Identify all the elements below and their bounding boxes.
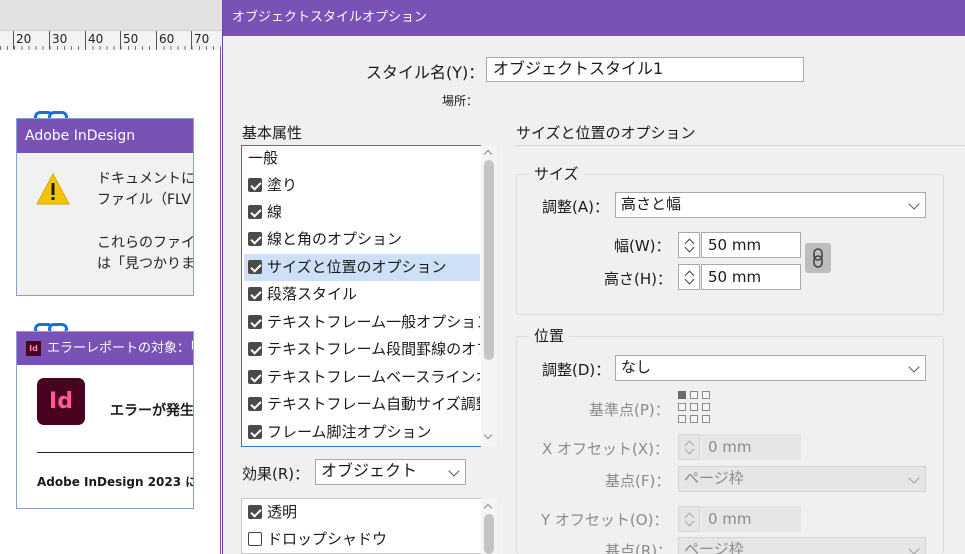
x-base-select[interactable]: ページ枠 (678, 466, 926, 492)
checkbox-icon[interactable] (248, 232, 262, 246)
width-label: 幅(W)： (614, 237, 671, 255)
scroll-down-icon[interactable] (483, 430, 493, 440)
height-label: 高さ(H)： (604, 270, 672, 288)
divider (37, 452, 193, 453)
ruler-label: 30 (49, 31, 67, 49)
report-title: エラーレポートの対象：「Ad (17, 332, 193, 365)
y-base-label: 基点(R)： (605, 542, 673, 554)
checkbox-icon[interactable] (248, 397, 262, 411)
ruler-label: 70 (191, 31, 209, 49)
dialog-title[interactable]: オブジェクトスタイルオプション (223, 0, 965, 36)
size-adjust-label: 調整(A)： (542, 198, 609, 216)
constrain-proportions-button[interactable] (805, 243, 831, 273)
x-offset-stepper[interactable] (678, 434, 700, 460)
position-adjust-label: 調整(D)： (542, 361, 611, 379)
size-adjust-select[interactable]: 高さと幅 (615, 192, 926, 218)
checkbox-icon[interactable] (248, 342, 262, 356)
chevron-down-icon (908, 198, 920, 210)
y-offset-stepper[interactable] (678, 506, 700, 532)
alert-text: ドキュメントに (97, 171, 194, 187)
list-item-size-position[interactable]: サイズと位置のオプション (244, 254, 480, 281)
alert-text: ファイル（FLV (97, 192, 191, 208)
style-name-label: スタイル名(Y)： (366, 63, 485, 82)
basic-attributes-scrollbar[interactable] (481, 145, 497, 447)
indesign-small-icon: Id (26, 341, 41, 356)
list-item-transparency[interactable]: 透明 (244, 499, 480, 526)
list-item-text-frame-general[interactable]: テキストフレーム一般オプション (244, 309, 480, 336)
x-offset-input[interactable]: 0 mm (701, 434, 801, 460)
effects-label: 効果(R)： (242, 465, 310, 483)
effects-select[interactable]: オブジェクト (315, 459, 466, 485)
link-icon (813, 248, 823, 268)
height-input[interactable]: 50 mm (701, 264, 801, 290)
list-item-frame-footnote[interactable]: フレーム脚注オプション (244, 419, 480, 446)
list-item-drop-shadow[interactable]: ドロップシャドウ (244, 526, 480, 553)
checkbox-icon[interactable] (248, 315, 262, 329)
alert-text: は「見つかりま (97, 256, 194, 272)
y-base-select[interactable]: ページ枠 (678, 537, 926, 554)
alert-title: Adobe InDesign (17, 119, 193, 153)
basic-attributes-list[interactable]: 一般 塗り 線 線と角のオプション サイズと位置のオプション 段落スタイル テキ… (241, 145, 482, 447)
panel-title: サイズと位置のオプション (516, 124, 696, 142)
list-item-paragraph-style[interactable]: 段落スタイル (244, 281, 480, 308)
list-item-general[interactable]: 一般 (244, 146, 480, 172)
ruler-label: 20 (13, 31, 31, 49)
width-stepper[interactable] (678, 232, 700, 258)
chevron-down-icon (908, 361, 920, 373)
scroll-thumb[interactable] (484, 160, 494, 360)
effects-scrollbar[interactable] (481, 498, 497, 554)
size-legend: サイズ (529, 163, 584, 184)
document-canvas: 20 30 40 50 60 70 Adobe InDesign ドキュメントに… (0, 0, 222, 554)
position-legend: 位置 (529, 325, 570, 346)
y-offset-input[interactable]: 0 mm (701, 506, 801, 532)
position-adjust-select[interactable]: なし (615, 355, 926, 381)
list-item-text-frame-column-rules[interactable]: テキストフレーム段間罫線のオプション (244, 336, 480, 363)
list-item-stroke-corner[interactable]: 線と角のオプション (244, 226, 480, 253)
reference-point-grid-icon[interactable] (678, 391, 711, 424)
ruler-label: 60 (156, 31, 174, 49)
ruler-label: 50 (120, 31, 138, 49)
scroll-up-icon[interactable] (483, 149, 493, 159)
list-item-fill[interactable]: 塗り (244, 172, 480, 199)
checkbox-icon[interactable] (248, 505, 262, 519)
checkbox-icon[interactable] (248, 205, 262, 219)
basic-attributes-label: 基本属性 (242, 124, 303, 142)
placed-image-report[interactable]: エラーレポートの対象：「Ad Id Id エラーが発生 Adobe InDesi… (16, 331, 194, 509)
scroll-thumb[interactable] (484, 514, 494, 554)
location-label: 場所： (442, 94, 479, 108)
chevron-down-icon (908, 543, 920, 554)
y-offset-label: Y オフセット(O)： (541, 511, 669, 529)
alert-text: これらのファイ (97, 235, 194, 251)
scroll-up-icon[interactable] (483, 503, 493, 513)
placed-image-alert[interactable]: Adobe InDesign ドキュメントに ファイル（FLV これらのファイ … (16, 118, 194, 296)
chevron-down-icon (908, 472, 920, 484)
report-message: エラーが発生 (110, 403, 194, 419)
list-item-text-frame-autosize[interactable]: テキストフレーム自動サイズ調整 (244, 391, 480, 418)
horizontal-ruler: 20 30 40 50 60 70 (0, 0, 222, 50)
width-input[interactable]: 50 mm (701, 232, 801, 258)
chevron-down-icon (448, 465, 460, 477)
warning-icon (35, 172, 71, 206)
checkbox-icon[interactable] (248, 260, 262, 274)
divider (516, 145, 965, 146)
ruler-label: 40 (85, 31, 103, 49)
list-item-stroke[interactable]: 線 (244, 199, 480, 226)
list-item-text-frame-baseline[interactable]: テキストフレームベースラインオプション (244, 364, 480, 391)
checkbox-icon[interactable] (248, 425, 262, 439)
height-stepper[interactable] (678, 264, 700, 290)
checkbox-icon[interactable] (248, 370, 262, 384)
page-edge (220, 50, 221, 554)
x-offset-label: X オフセット(X)： (542, 440, 670, 458)
report-footer: Adobe InDesign 2023 にエ (37, 475, 194, 489)
style-name-input[interactable]: オブジェクトスタイル1 (486, 57, 804, 82)
checkbox-icon[interactable] (248, 532, 262, 546)
effects-list[interactable]: 透明 ドロップシャドウ (241, 498, 482, 554)
x-base-label: 基点(F)： (605, 472, 671, 490)
object-style-options-dialog: オブジェクトスタイルオプション スタイル名(Y)： オブジェクトスタイル1 場所… (222, 0, 965, 554)
reference-point-label: 基準点(P)： (589, 401, 670, 419)
checkbox-icon[interactable] (248, 287, 262, 301)
indesign-app-icon: Id (37, 378, 85, 425)
checkbox-icon[interactable] (248, 178, 262, 192)
